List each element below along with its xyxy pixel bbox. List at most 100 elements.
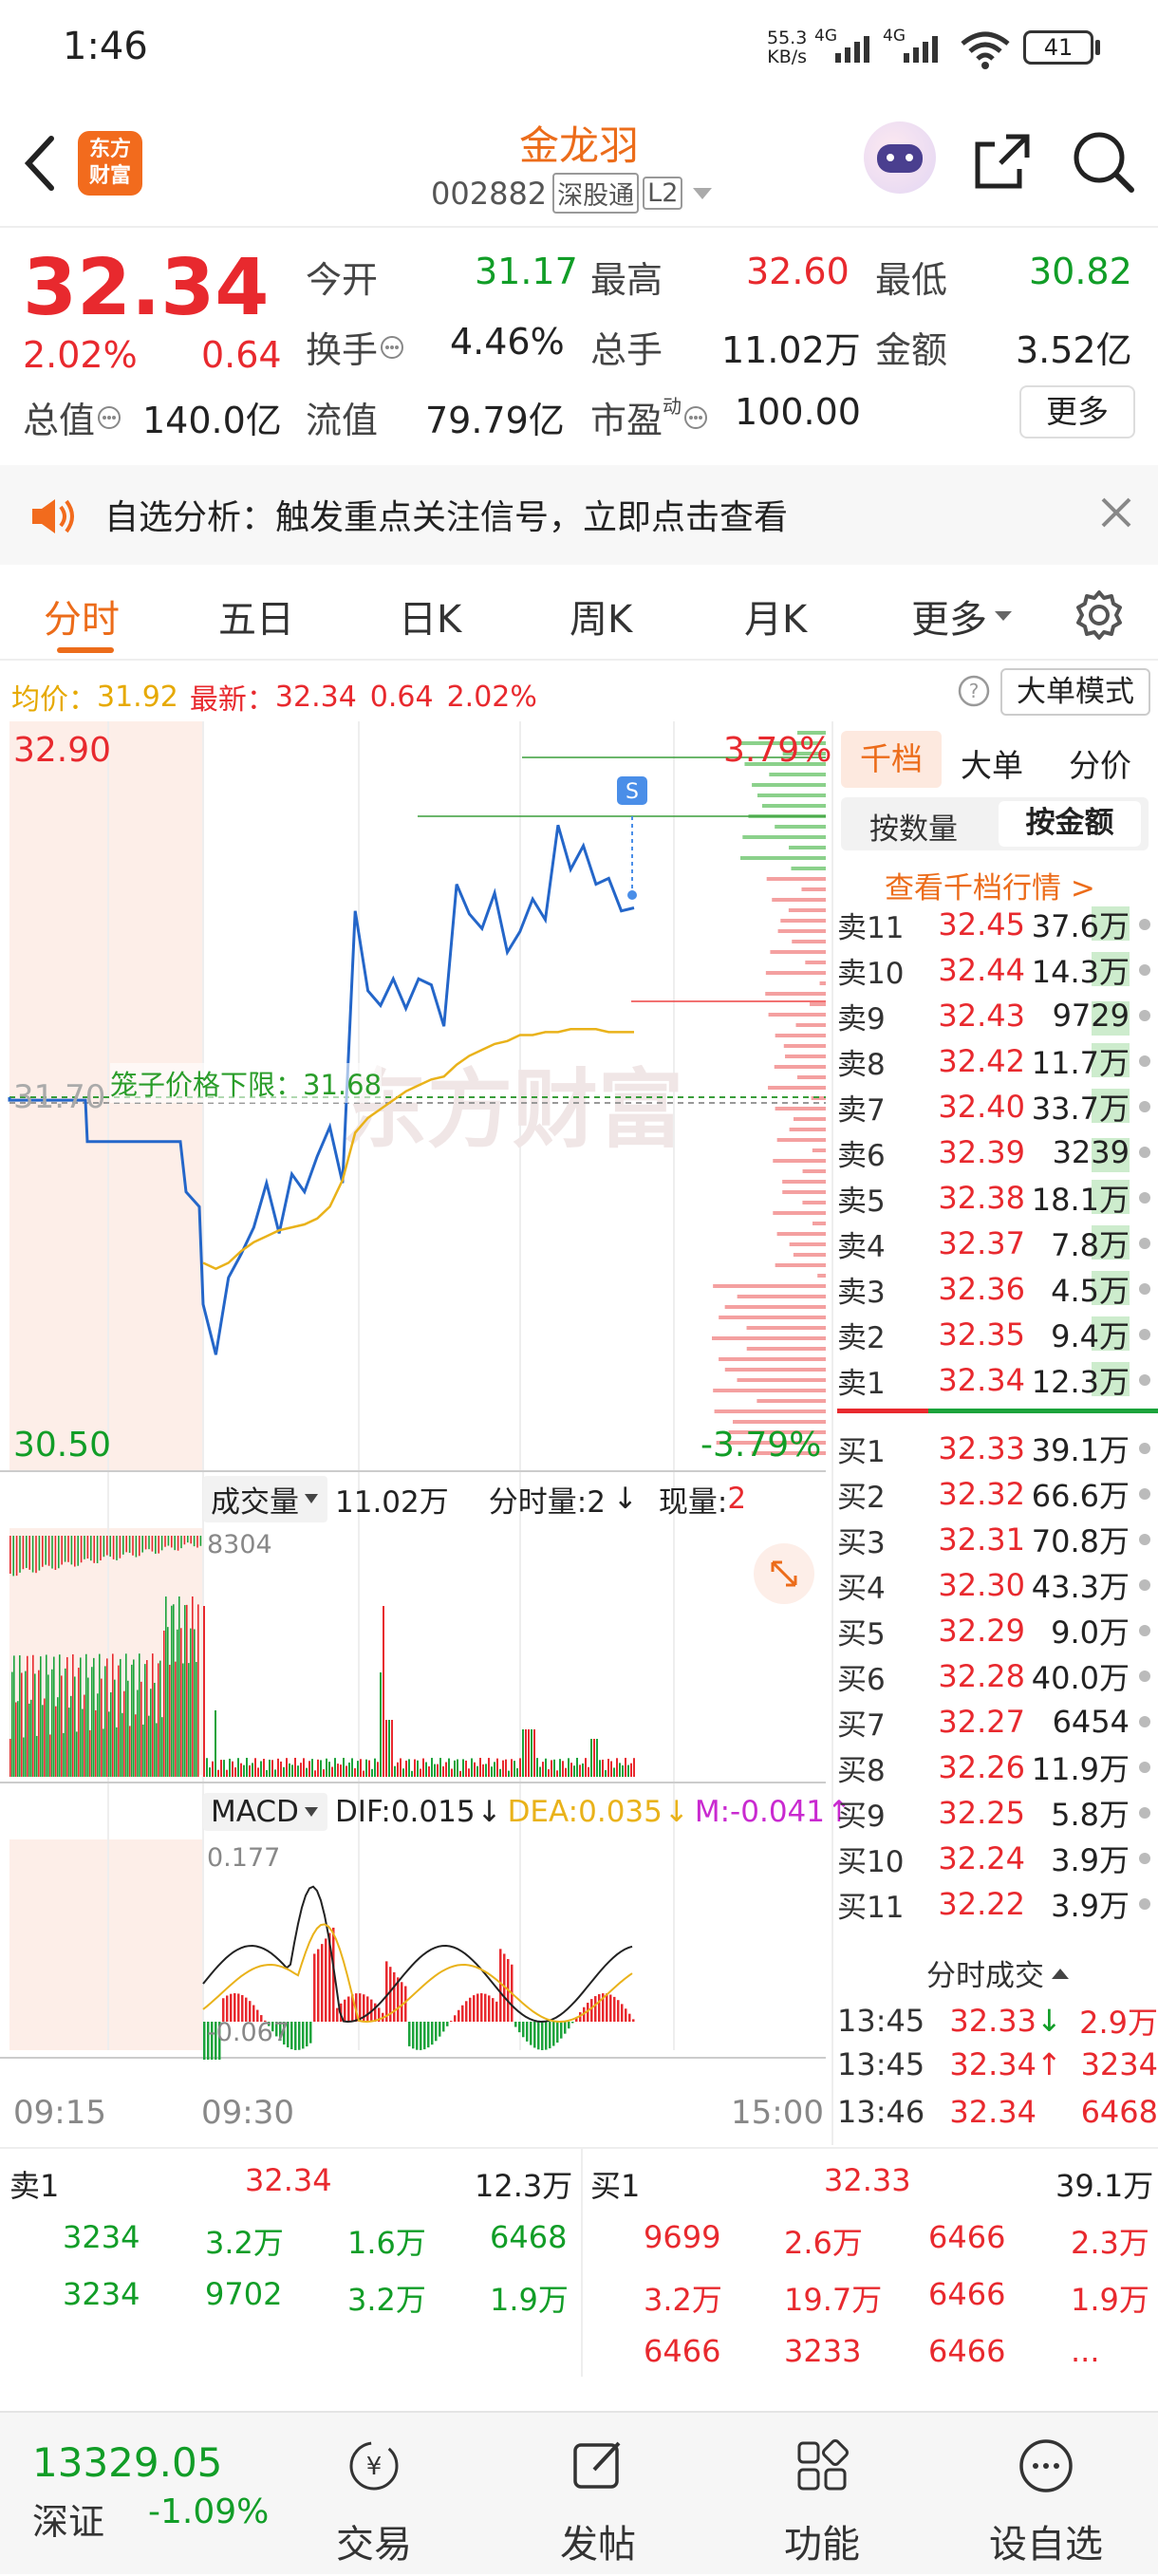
arrow-down-icon: ↓ xyxy=(612,1482,638,1516)
book-level-label: 卖11 xyxy=(837,910,905,945)
tab-five-day[interactable]: 五日 xyxy=(218,588,294,644)
by-quantity-option[interactable]: 按数量 xyxy=(869,805,958,848)
view-depth-link[interactable]: 查看千档行情 > xyxy=(885,864,1095,906)
info-icon[interactable] xyxy=(95,403,123,432)
volume-bar xyxy=(243,1764,245,1777)
ask-row[interactable]: 卖4 32.37 7.8万 xyxy=(831,1221,1158,1266)
volume-bar-top xyxy=(164,1536,166,1547)
bid-row[interactable]: 买9 32.25 5.8万 xyxy=(831,1790,1158,1836)
tab-big-order[interactable]: 大单 xyxy=(961,740,1023,786)
bid-row[interactable]: 买6 32.28 40.0万 xyxy=(831,1653,1158,1699)
tab-daily-k[interactable]: 日K xyxy=(399,588,461,644)
volume-bar xyxy=(619,1763,621,1777)
expand-icon[interactable] xyxy=(754,1543,814,1604)
bid-row[interactable]: 买5 32.29 9.0万 xyxy=(831,1608,1158,1653)
index-value[interactable]: 13329.05 xyxy=(32,2439,222,2486)
volume-bar-top xyxy=(174,1536,176,1551)
ask-row[interactable]: 卖3 32.36 4.5万 xyxy=(831,1266,1158,1312)
volume-bar xyxy=(479,1758,481,1777)
by-amount-option[interactable]: 按金额 xyxy=(999,801,1141,847)
notice-bar[interactable]: 自选分析：触发重点关注信号，立即点击查看 xyxy=(0,465,1158,565)
info-icon[interactable] xyxy=(378,333,406,362)
tab-price-dist[interactable]: 分价 xyxy=(1069,740,1131,786)
book-level-label: 买9 xyxy=(837,1799,886,1834)
book-level-label: 卖7 xyxy=(837,1092,886,1128)
more-button[interactable]: 更多 xyxy=(1019,385,1135,439)
functions-button[interactable]: 功能 xyxy=(746,2413,898,2576)
volume-bar xyxy=(106,1658,108,1777)
robot-assistant-icon[interactable] xyxy=(864,121,936,194)
settings-gear-icon[interactable] xyxy=(1073,588,1126,642)
book-volume: 37.6万 xyxy=(1025,903,1130,946)
volume-bar xyxy=(139,1653,140,1777)
search-icon[interactable] xyxy=(1071,129,1135,194)
watchlist-button[interactable]: 设自选 xyxy=(970,2413,1122,2576)
book-volume-text: 11.9万 xyxy=(1031,1751,1130,1787)
macd-bar xyxy=(446,2022,449,2026)
ask-row[interactable]: 卖11 32.45 37.6万 xyxy=(831,902,1158,947)
volume-bar xyxy=(165,1596,167,1777)
tab-depth[interactable]: 千档 xyxy=(841,731,942,788)
volume-bar xyxy=(579,1764,581,1777)
axis-price-mid: 31.70 xyxy=(13,1078,106,1116)
float-label: 流值 xyxy=(306,400,379,441)
bid-row[interactable]: 买11 32.22 3.9万 xyxy=(831,1881,1158,1927)
tab-monthly-k[interactable]: 月K xyxy=(744,588,807,644)
tab-weekly-k[interactable]: 周K xyxy=(570,588,632,644)
ask-row[interactable]: 卖1 32.34 12.3万 xyxy=(831,1357,1158,1403)
bid-row[interactable]: 买2 32.32 66.6万 xyxy=(831,1471,1158,1517)
book-volume: 3.9万 xyxy=(1025,1837,1130,1880)
help-icon[interactable]: ? xyxy=(957,674,991,708)
volume-bar xyxy=(59,1654,61,1777)
depth-bar xyxy=(775,1107,826,1111)
stock-code-line[interactable]: 002882 深股通 L2 xyxy=(431,173,715,214)
volume-bar xyxy=(459,1770,461,1777)
indicator-select-macd[interactable]: MACD xyxy=(203,1793,327,1831)
indicator-select-volume[interactable]: 成交量 xyxy=(203,1475,327,1522)
trades-title[interactable]: 分时成交 xyxy=(926,1951,1071,1994)
book-price: 32.38 xyxy=(938,1180,1025,1216)
info-icon[interactable] xyxy=(682,403,710,432)
bid-row[interactable]: 买10 32.24 3.9万 xyxy=(831,1836,1158,1881)
volume-bar-top xyxy=(12,1536,14,1577)
volume-bar-top xyxy=(116,1536,118,1560)
bid-row[interactable]: 买4 32.30 43.3万 xyxy=(831,1562,1158,1608)
intraday-chart[interactable]: 东方财富 S 32.90 31.70 30.50 3.79% -3.79% 笼子… xyxy=(0,721,851,2145)
big-order-mode-button[interactable]: 大单模式 xyxy=(1000,668,1150,716)
tab-intraday[interactable]: 分时 xyxy=(44,588,120,644)
sell-queue-cell: 1.9万 xyxy=(490,2282,569,2318)
macd-bar xyxy=(431,2022,434,2045)
close-icon[interactable] xyxy=(1099,495,1133,530)
depth-bar xyxy=(713,1389,826,1392)
trade-button[interactable]: ¥ 交易 xyxy=(298,2413,450,2576)
ask-row[interactable]: 卖6 32.39 3239 xyxy=(831,1129,1158,1175)
volume-bar xyxy=(525,1729,527,1777)
depth-bar xyxy=(775,825,826,829)
volume-bar xyxy=(240,1763,242,1777)
volume-bar xyxy=(78,1668,80,1777)
volume-bar xyxy=(605,1770,607,1777)
tab-more[interactable]: 更多 xyxy=(911,588,1014,644)
bid-row[interactable]: 买3 32.31 70.8万 xyxy=(831,1517,1158,1562)
bid-row[interactable]: 买8 32.26 11.9万 xyxy=(831,1745,1158,1790)
book-volume: 11.7万 xyxy=(1025,1039,1130,1083)
detail-sell-label: 卖1 xyxy=(9,2168,60,2204)
ask-row[interactable]: 卖5 32.38 18.1万 xyxy=(831,1175,1158,1221)
book-level-label: 买2 xyxy=(837,1480,886,1515)
book-dot xyxy=(1139,1010,1150,1021)
volume-bar xyxy=(13,1655,15,1777)
share-icon[interactable] xyxy=(972,131,1033,192)
ask-row[interactable]: 卖2 32.35 9.4万 xyxy=(831,1312,1158,1357)
book-price: 32.24 xyxy=(938,1840,1025,1876)
volume-bar xyxy=(68,1708,70,1777)
net-speed: 55.3 KB/s xyxy=(767,28,807,66)
bid-row[interactable]: 买1 32.33 39.1万 xyxy=(831,1426,1158,1471)
ask-row[interactable]: 卖9 32.43 9729 xyxy=(831,993,1158,1038)
ask-row[interactable]: 卖8 32.42 11.7万 xyxy=(831,1038,1158,1084)
post-button[interactable]: 发帖 xyxy=(522,2413,674,2576)
macd-bar xyxy=(439,2022,441,2037)
ask-row[interactable]: 卖7 32.40 33.7万 xyxy=(831,1084,1158,1129)
depth-bar xyxy=(724,1368,826,1372)
bid-row[interactable]: 买7 32.27 6454 xyxy=(831,1699,1158,1745)
ask-row[interactable]: 卖10 32.44 14.3万 xyxy=(831,947,1158,993)
